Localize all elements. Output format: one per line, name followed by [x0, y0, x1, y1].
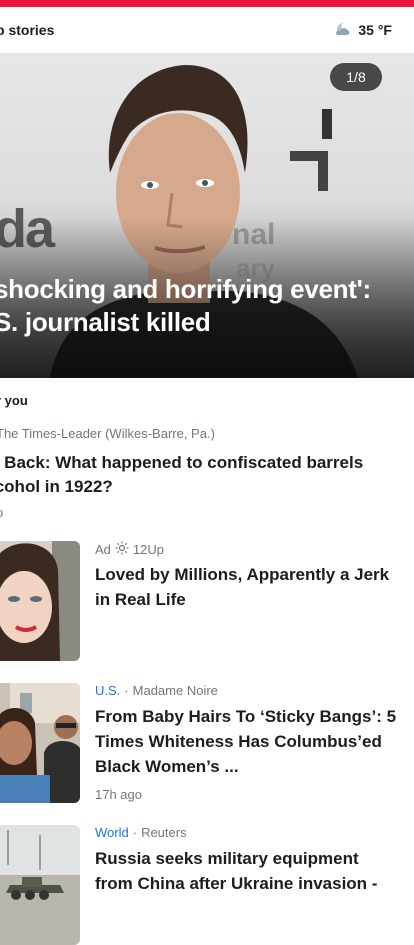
hero-story[interactable]: da nal ary 1/8 shocking and horrifying e… [0, 53, 414, 378]
feed-section-label: r you [0, 393, 28, 408]
story-source: Madame Noire [132, 683, 218, 698]
story-title[interactable]: From Baby Hairs To ‘Sticky Bangs’: 5 Tim… [95, 704, 400, 779]
story-thumbnail[interactable] [0, 825, 80, 945]
story-source: The Times-Leader (Wilkes-Barre, Pa.) [0, 426, 215, 441]
ad-card[interactable]: Ad 12Up Loved by Millions, Apparently a … [0, 541, 414, 661]
story-meta: World · Reuters [95, 825, 187, 840]
story-source: Reuters [141, 825, 187, 840]
meta-separator: · [132, 825, 138, 840]
ad-thumbnail-image [0, 541, 80, 661]
ad-meta: Ad 12Up [95, 541, 164, 558]
story-category[interactable]: World [95, 825, 129, 840]
ad-title[interactable]: Loved by Millions, Apparently a Jerk in … [95, 562, 400, 612]
weather-temp: 35 °F [358, 22, 392, 38]
top-accent-bar [0, 0, 414, 7]
hero-headline-line: shocking and horrifying event': [0, 274, 371, 304]
list-item[interactable]: U.S. · Madame Noire From Baby Hairs To ‘… [0, 683, 414, 803]
sun-icon [115, 541, 129, 558]
slide-counter: 1/8 [330, 63, 382, 91]
story-thumbnail-image [0, 683, 80, 803]
story-title[interactable]: k Back: What happened to confiscated bar… [0, 451, 410, 499]
moon-cloud-icon [334, 21, 352, 39]
hero-headline[interactable]: shocking and horrifying event': S. journ… [0, 273, 414, 339]
weather-widget[interactable]: 35 °F [334, 21, 392, 39]
section-header: p stories 35 °F [0, 7, 414, 53]
story-meta: U.S. · Madame Noire [95, 683, 218, 698]
story-category[interactable]: U.S. [95, 683, 120, 698]
story-title[interactable]: Russia seeks military equipment from Chi… [95, 846, 400, 896]
ad-label: Ad [95, 542, 111, 557]
ad-thumbnail[interactable] [0, 541, 80, 661]
list-item[interactable]: World · Reuters Russia seeks military eq… [0, 825, 414, 945]
story-thumbnail-image [0, 825, 80, 945]
meta-separator: · [124, 683, 129, 698]
story-time: o [0, 505, 3, 520]
section-title: p stories [0, 22, 55, 38]
story-time: 17h ago [95, 787, 142, 802]
story-thumbnail[interactable] [0, 683, 80, 803]
ad-source: 12Up [132, 542, 164, 557]
hero-headline-line: S. journalist killed [0, 307, 211, 337]
